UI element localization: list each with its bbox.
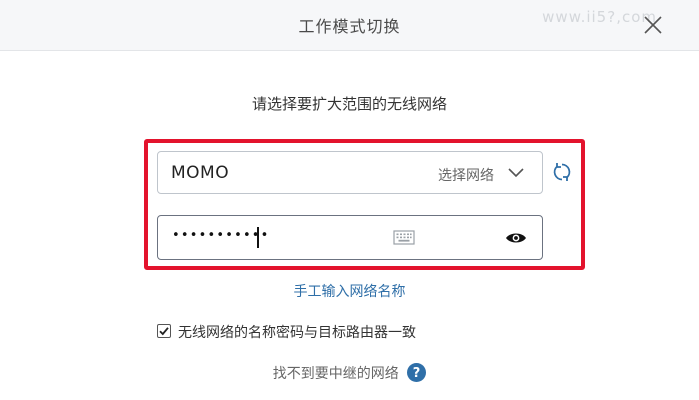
password-value[interactable]: ••••••••••• — [172, 228, 270, 243]
select-network-instruction: 请选择要扩大范围的无线网络 — [251, 95, 447, 113]
network-not-found-label: 找不到要中继的网络 — [272, 366, 399, 382]
eye-icon[interactable] — [505, 231, 527, 245]
chevron-down-icon[interactable] — [507, 166, 525, 180]
text-caret — [257, 227, 259, 248]
manual-ssid-link[interactable]: 手工输入网络名称 — [0, 281, 699, 301]
close-icon[interactable] — [641, 13, 665, 37]
help-icon[interactable]: ? — [407, 363, 427, 382]
same-credentials-label: 无线网络的名称密码与目标路由器一致 — [178, 325, 416, 341]
svg-text:?: ? — [413, 366, 421, 381]
same-credentials-checkbox[interactable] — [157, 324, 171, 338]
work-mode-dialog: 工作模式切换 www.ii5?,com 请选择要扩大范围的无线网络 MOMO 选… — [0, 0, 699, 400]
ssid-value[interactable]: MOMO — [171, 163, 229, 183]
password-field[interactable]: ••••••••••• — [157, 215, 543, 260]
network-select-field[interactable]: MOMO 选择网络 — [157, 151, 543, 194]
keyboard-icon[interactable] — [393, 230, 415, 245]
checkmark-icon — [159, 327, 169, 336]
select-network-label[interactable]: 选择网络 — [438, 165, 494, 185]
dialog-header: 工作模式切换 www.ii5?,com — [0, 0, 699, 51]
refresh-icon[interactable] — [551, 161, 573, 183]
watermark-text: www.ii5?,com — [542, 8, 657, 26]
network-not-found-row: 找不到要中继的网络 ? — [0, 363, 699, 383]
